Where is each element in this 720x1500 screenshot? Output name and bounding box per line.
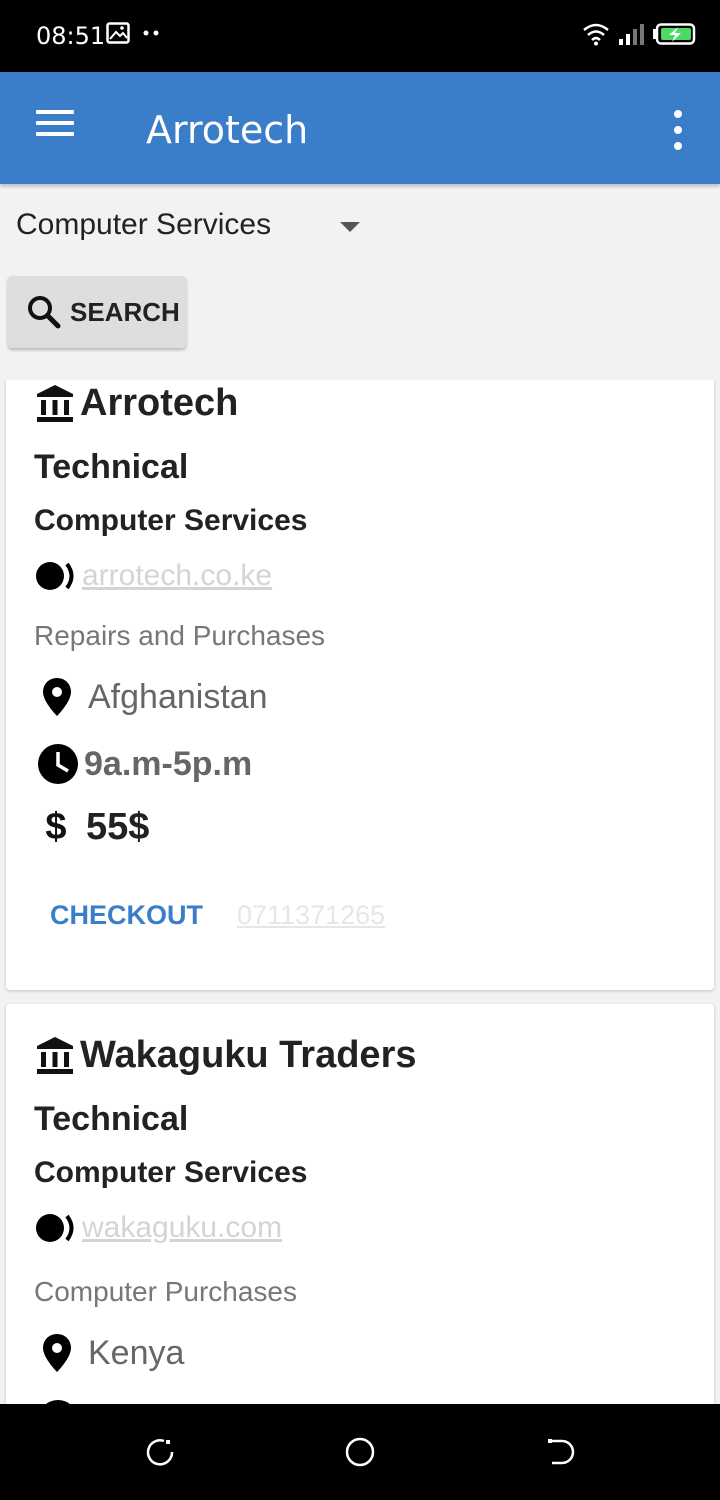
status-right-icons: [582, 22, 696, 46]
search-button[interactable]: SEARCH: [8, 276, 186, 348]
business-type: Technical: [34, 1100, 189, 1138]
listing-card: Arrotech Technical Computer Services arr…: [6, 380, 714, 990]
battery-charging-icon: [653, 23, 696, 45]
description-row: Repairs and Purchases: [34, 620, 325, 652]
app-bar: Arrotech: [0, 72, 720, 184]
website-link[interactable]: wakaguku.com: [82, 1211, 282, 1245]
bank-icon: [37, 384, 73, 422]
wifi-icon: [583, 23, 609, 46]
website-link[interactable]: arrotech.co.ke: [82, 559, 272, 593]
listing-header: Wakaguku Traders: [34, 1034, 417, 1077]
actions-row: CHECKOUT 0711371265: [50, 900, 385, 931]
price-row: $ 55$: [34, 806, 149, 849]
location-pin-icon: [43, 678, 71, 716]
status-time: 08:51: [36, 22, 106, 50]
hours-row: 9a.m-5p.m: [34, 742, 252, 786]
status-bar: 08:51: [0, 0, 720, 72]
business-category-row: Computer Services: [34, 504, 307, 538]
website-row: wakaguku.com: [34, 1210, 282, 1246]
website-icon: [36, 562, 74, 590]
business-location: Kenya: [88, 1333, 185, 1372]
location-pin-icon: [43, 1334, 71, 1372]
gallery-notification-icon: [106, 22, 130, 44]
location-row: Afghanistan: [34, 676, 268, 718]
business-category-row: Computer Services: [34, 1156, 307, 1190]
dropdown-arrow-icon: [340, 222, 360, 232]
business-location: Afghanistan: [88, 677, 268, 716]
bank-icon: [37, 1036, 73, 1074]
page-title: Arrotech: [146, 108, 309, 152]
status-left-icons: [106, 22, 164, 44]
category-dropdown[interactable]: Computer Services: [0, 184, 380, 268]
phone-link[interactable]: 0711371265: [237, 900, 385, 931]
listing-card: Wakaguku Traders Technical Computer Serv…: [6, 1004, 714, 1404]
business-name: Wakaguku Traders: [80, 1034, 417, 1076]
recent-apps-icon[interactable]: [144, 1436, 176, 1468]
back-icon[interactable]: [544, 1436, 576, 1468]
system-nav-bar: [0, 1404, 720, 1500]
business-hours: 9a.m-5p.m: [84, 744, 253, 783]
clock-icon: [38, 744, 78, 784]
more-notifications-icon: [143, 30, 159, 36]
menu-icon[interactable]: [36, 110, 76, 146]
website-row: arrotech.co.ke: [34, 558, 272, 594]
signal-icon: [619, 24, 644, 45]
search-button-label: SEARCH: [70, 296, 180, 327]
category-dropdown-value: Computer Services: [16, 208, 272, 241]
dollar-icon: $: [45, 806, 67, 848]
checkout-button[interactable]: CHECKOUT: [50, 900, 203, 931]
website-icon: [36, 1214, 74, 1242]
business-category: Computer Services: [34, 504, 308, 537]
home-icon[interactable]: [344, 1436, 376, 1468]
business-price: 55$: [86, 806, 150, 848]
business-type-row: Technical: [34, 1100, 188, 1139]
business-type: Technical: [34, 448, 189, 486]
business-description: Repairs and Purchases: [34, 620, 326, 651]
location-row: Kenya: [34, 1332, 184, 1374]
business-description: Computer Purchases: [34, 1276, 298, 1307]
listing-header: Arrotech: [34, 382, 238, 425]
business-category: Computer Services: [34, 1156, 308, 1189]
description-row: Computer Purchases: [34, 1276, 297, 1308]
business-name: Arrotech: [80, 382, 239, 424]
listing-list[interactable]: Arrotech Technical Computer Services arr…: [0, 380, 720, 1404]
business-type-row: Technical: [34, 448, 188, 487]
overflow-menu-icon[interactable]: [672, 110, 684, 150]
search-icon: [28, 296, 61, 329]
